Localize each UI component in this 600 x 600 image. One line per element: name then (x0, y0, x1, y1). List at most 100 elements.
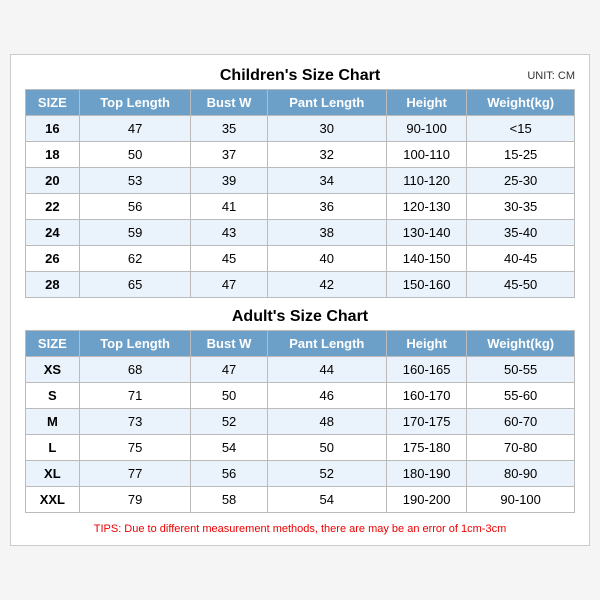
adult-col-weight: Weight(kg) (467, 331, 575, 357)
table-cell: 62 (79, 246, 191, 272)
children-size-table: SIZE Top Length Bust W Pant Length Heigh… (25, 89, 575, 298)
table-cell: 90-100 (386, 116, 466, 142)
table-cell: 50-55 (467, 357, 575, 383)
adult-col-height: Height (386, 331, 466, 357)
unit-label: UNIT: CM (527, 70, 575, 82)
children-col-size: SIZE (26, 90, 80, 116)
table-cell: 175-180 (386, 435, 466, 461)
size-chart-wrapper: Children's Size Chart UNIT: CM SIZE Top … (10, 54, 590, 546)
adult-header-row: SIZE Top Length Bust W Pant Length Heigh… (26, 331, 575, 357)
table-cell: 34 (267, 168, 386, 194)
table-cell: 40-45 (467, 246, 575, 272)
table-cell: 50 (191, 383, 267, 409)
table-cell: 71 (79, 383, 191, 409)
table-cell: 59 (79, 220, 191, 246)
table-row: XS684744160-16550-55 (26, 357, 575, 383)
table-cell: 15-25 (467, 142, 575, 168)
table-cell: 30 (267, 116, 386, 142)
table-cell: 80-90 (467, 461, 575, 487)
table-cell: 30-35 (467, 194, 575, 220)
table-cell: 56 (79, 194, 191, 220)
table-cell: 79 (79, 487, 191, 513)
table-cell: 42 (267, 272, 386, 298)
table-cell: 22 (26, 194, 80, 220)
table-cell: <15 (467, 116, 575, 142)
table-cell: 90-100 (467, 487, 575, 513)
table-cell: 40 (267, 246, 386, 272)
table-cell: 37 (191, 142, 267, 168)
adult-chart-title: Adult's Size Chart (232, 308, 368, 326)
table-row: 18503732100-11015-25 (26, 142, 575, 168)
table-cell: 32 (267, 142, 386, 168)
tips-text: TIPS: Due to different measurement metho… (25, 523, 575, 535)
table-cell: 77 (79, 461, 191, 487)
table-cell: 180-190 (386, 461, 466, 487)
table-cell: 47 (79, 116, 191, 142)
table-row: 1647353090-100<15 (26, 116, 575, 142)
table-cell: 35-40 (467, 220, 575, 246)
table-cell: 43 (191, 220, 267, 246)
table-cell: 56 (191, 461, 267, 487)
adult-col-pant-length: Pant Length (267, 331, 386, 357)
table-cell: 20 (26, 168, 80, 194)
adult-col-bust-w: Bust W (191, 331, 267, 357)
table-row: XL775652180-19080-90 (26, 461, 575, 487)
table-row: XXL795854190-20090-100 (26, 487, 575, 513)
adult-title-row: Adult's Size Chart (25, 308, 575, 326)
table-cell: 50 (267, 435, 386, 461)
table-cell: XL (26, 461, 80, 487)
table-cell: 35 (191, 116, 267, 142)
table-cell: M (26, 409, 80, 435)
children-table-body: 1647353090-100<1518503732100-11015-25205… (26, 116, 575, 298)
table-cell: 54 (191, 435, 267, 461)
table-cell: 190-200 (386, 487, 466, 513)
table-cell: 53 (79, 168, 191, 194)
table-cell: 130-140 (386, 220, 466, 246)
table-cell: 150-160 (386, 272, 466, 298)
adult-table-body: XS684744160-16550-55S715046160-17055-60M… (26, 357, 575, 513)
table-cell: 160-165 (386, 357, 466, 383)
table-cell: 52 (267, 461, 386, 487)
table-cell: 58 (191, 487, 267, 513)
table-cell: 41 (191, 194, 267, 220)
table-cell: 39 (191, 168, 267, 194)
table-cell: 24 (26, 220, 80, 246)
table-cell: 50 (79, 142, 191, 168)
table-cell: S (26, 383, 80, 409)
children-col-height: Height (386, 90, 466, 116)
table-row: S715046160-17055-60 (26, 383, 575, 409)
children-col-top-length: Top Length (79, 90, 191, 116)
table-cell: 47 (191, 272, 267, 298)
table-cell: 140-150 (386, 246, 466, 272)
table-cell: XXL (26, 487, 80, 513)
table-cell: 52 (191, 409, 267, 435)
table-cell: 55-60 (467, 383, 575, 409)
adult-size-table: SIZE Top Length Bust W Pant Length Heigh… (25, 330, 575, 513)
table-cell: 48 (267, 409, 386, 435)
children-col-weight: Weight(kg) (467, 90, 575, 116)
table-cell: 100-110 (386, 142, 466, 168)
table-row: M735248170-17560-70 (26, 409, 575, 435)
table-row: 22564136120-13030-35 (26, 194, 575, 220)
table-cell: 54 (267, 487, 386, 513)
children-header-row: SIZE Top Length Bust W Pant Length Heigh… (26, 90, 575, 116)
table-cell: XS (26, 357, 80, 383)
table-cell: 45 (191, 246, 267, 272)
table-cell: L (26, 435, 80, 461)
table-row: 26624540140-15040-45 (26, 246, 575, 272)
children-title-row: Children's Size Chart UNIT: CM (25, 67, 575, 85)
table-cell: 68 (79, 357, 191, 383)
table-cell: 170-175 (386, 409, 466, 435)
table-cell: 70-80 (467, 435, 575, 461)
children-col-bust-w: Bust W (191, 90, 267, 116)
table-cell: 65 (79, 272, 191, 298)
children-chart-title: Children's Size Chart (220, 67, 380, 85)
table-cell: 28 (26, 272, 80, 298)
adult-col-top-length: Top Length (79, 331, 191, 357)
table-cell: 16 (26, 116, 80, 142)
table-cell: 26 (26, 246, 80, 272)
table-cell: 73 (79, 409, 191, 435)
table-cell: 25-30 (467, 168, 575, 194)
table-cell: 46 (267, 383, 386, 409)
table-cell: 18 (26, 142, 80, 168)
